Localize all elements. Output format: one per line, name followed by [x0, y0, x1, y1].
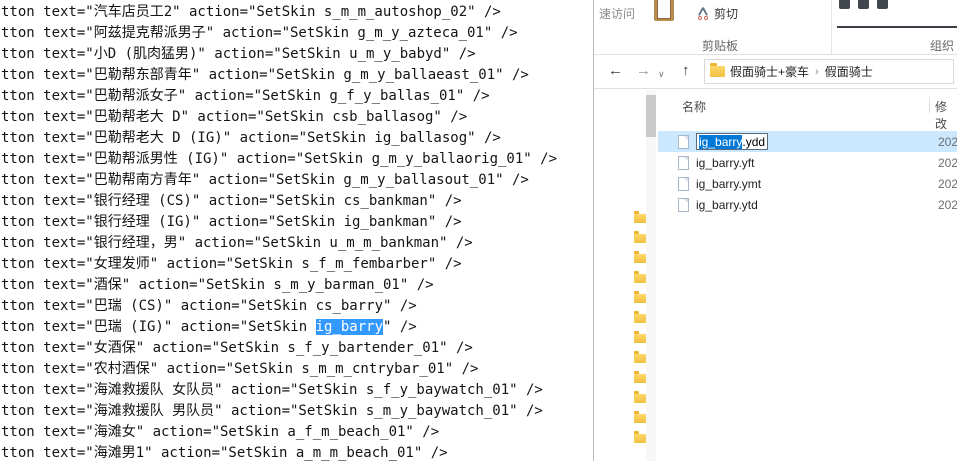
code-line[interactable]: tton text="小D (肌肉猛男)" action="SetSkin u_… [1, 44, 593, 65]
back-icon[interactable]: ← [608, 63, 623, 78]
folder-icon[interactable] [634, 431, 646, 443]
organize-partial-line [837, 26, 957, 28]
file-row[interactable]: ig_barry.yft 202 [658, 152, 957, 173]
column-header-modified[interactable]: 修改 [935, 98, 957, 132]
code-line[interactable]: tton text="巴勒帮派男性 (IG)" action="SetSkin … [1, 149, 593, 170]
organize-group-label: 组织 [930, 39, 955, 53]
folder-icon[interactable] [634, 371, 646, 383]
code-line[interactable]: tton text="银行经理 (CS)" action="SetSkin cs… [1, 191, 593, 212]
folder-icon[interactable] [634, 391, 646, 403]
rename-input[interactable]: ig_barry .ydd [696, 133, 769, 150]
code-line[interactable]: tton text="女酒保" action="SetSkin s_f_y_ba… [1, 338, 593, 359]
file-modified-date: 202 [938, 155, 957, 170]
breadcrumb-segment[interactable]: 假面骑士 [825, 63, 873, 80]
code-line[interactable]: tton text="巴勒帮老大 D" action="SetSkin csb_… [1, 107, 593, 128]
text-editor[interactable]: tton text="汽车店员工2" action="SetSkin s_m_m… [0, 0, 593, 461]
file-name: ig_barry.ytd [696, 197, 758, 212]
code-line[interactable]: tton text="巴瑞 (CS)" action="SetSkin cs_b… [1, 296, 593, 317]
cut-label: 剪切 [714, 7, 739, 21]
folder-icon[interactable] [634, 271, 646, 283]
navigation-pane [594, 90, 658, 461]
paste-button[interactable] [654, 0, 674, 21]
code-line[interactable]: tton text="海滩男1" action="SetSkin a_m_m_b… [1, 443, 593, 461]
file-row[interactable]: ig_barry.ytd 202 [658, 194, 957, 215]
code-line[interactable]: tton text="农村酒保" action="SetSkin s_m_m_c… [1, 359, 593, 380]
recent-locations-dropdown-icon[interactable]: ∨ [658, 67, 665, 82]
code-line[interactable]: tton text="巴瑞 (IG)" action="SetSkin ig_b… [1, 317, 593, 338]
up-icon[interactable]: ↑ [682, 63, 690, 78]
file-icon [678, 155, 689, 170]
file-row[interactable]: ig_barry.ymt 202 [658, 173, 957, 194]
column-header-name[interactable]: 名称 [682, 98, 706, 115]
folder-icon[interactable] [634, 311, 646, 323]
clipboard-group-label: 剪贴板 [701, 39, 738, 53]
column-divider[interactable] [929, 97, 930, 113]
rename-selected-text: ig_barry [699, 134, 743, 149]
editor-selected-text: ig_barry [315, 319, 384, 335]
file-name: ig_barry.ymt [696, 176, 762, 191]
organize-partial-icons [839, 0, 888, 9]
breadcrumb-segment[interactable]: 假面骑士+豪车 [730, 63, 809, 80]
code-line[interactable]: tton text="海滩救援队 女队员" action="SetSkin s_… [1, 380, 593, 401]
code-line[interactable]: tton text="海滩女" action="SetSkin a_f_m_be… [1, 422, 593, 443]
address-bar[interactable]: 假面骑士+豪车 › 假面骑士 [704, 59, 954, 84]
code-line[interactable]: tton text="巴勒帮南方青年" action="SetSkin g_m_… [1, 170, 593, 191]
pin-to-quick-access-button[interactable]: 速访问 [599, 5, 635, 22]
folder-icon[interactable] [634, 351, 646, 363]
file-list-header: 名称 修改 [658, 90, 957, 131]
code-line[interactable]: tton text="巴勒帮老大 D (IG)" action="SetSkin… [1, 128, 593, 149]
code-line[interactable]: tton text="酒保" action="SetSkin s_m_y_bar… [1, 275, 593, 296]
cut-button[interactable]: 剪切 [696, 5, 738, 22]
scrollbar-thumb[interactable] [646, 95, 656, 137]
file-rows: ig_barry .ydd 202 ig_barry.yft 202 ig_barry.y… [658, 131, 957, 215]
folder-icon[interactable] [634, 291, 646, 303]
code-line[interactable]: tton text="海滩救援队 男队员" action="SetSkin s_… [1, 401, 593, 422]
file-icon [678, 197, 689, 212]
code-line[interactable]: tton text="巴勒帮东部青年" action="SetSkin g_m_… [1, 65, 593, 86]
code-line[interactable]: tton text="女理发师" action="SetSkin s_f_m_f… [1, 254, 593, 275]
code-line[interactable]: tton text="汽车店员工2" action="SetSkin s_m_m… [1, 2, 593, 23]
forward-icon[interactable]: → [636, 63, 651, 78]
code-line[interactable]: tton text="银行经理，男" action="SetSkin u_m_m… [1, 233, 593, 254]
explorer-navbar: ← → ∨ ↑ 假面骑士+豪车 › 假面骑士 [594, 55, 957, 89]
code-line[interactable]: tton text="阿兹提克帮派男子" action="SetSkin g_m… [1, 23, 593, 44]
explorer-content: 名称 修改 ig_barry .ydd 202 ig_barry.yft 202 ig_b… [594, 90, 957, 461]
folder-icon[interactable] [634, 331, 646, 343]
folder-icon [710, 63, 725, 77]
folder-icon[interactable] [634, 411, 646, 423]
folder-icon[interactable] [634, 211, 646, 223]
folder-icon[interactable] [634, 231, 646, 243]
nav-pane-scrollbar[interactable] [646, 90, 656, 461]
breadcrumb-segments: 假面骑士+豪车 › 假面骑士 [730, 63, 873, 80]
file-row[interactable]: ig_barry .ydd 202 [658, 131, 957, 152]
pin-to-quick-access-label: 速访问 [599, 7, 636, 21]
screen: tton text="汽车店员工2" action="SetSkin s_m_m… [0, 0, 957, 461]
file-list: 名称 修改 ig_barry .ydd 202 ig_barry.yft 202 ig_b… [658, 90, 957, 461]
editor-lines: tton text="汽车店员工2" action="SetSkin s_m_m… [1, 2, 593, 461]
scissors-icon [696, 7, 710, 20]
rename-extension-text: .ydd [742, 134, 766, 149]
ribbon-group-separator [831, 0, 832, 54]
code-line[interactable]: tton text="巴勒帮派女子" action="SetSkin g_f_y… [1, 86, 593, 107]
file-modified-date: 202 [938, 197, 957, 212]
folder-icon[interactable] [634, 251, 646, 263]
file-modified-date: 202 [938, 176, 957, 191]
file-name: ig_barry.yft [696, 155, 755, 170]
explorer-ribbon: 速访问 剪切 剪贴板 组织 [594, 0, 957, 55]
file-icon [678, 134, 689, 149]
file-explorer-window: 速访问 剪切 剪贴板 组织 ← → ∨ ↑ 假面骑士+豪车 › 假面骑士 名称 … [593, 0, 957, 461]
file-icon [678, 176, 689, 191]
file-modified-date: 202 [938, 134, 957, 149]
clipboard-paste-icon [654, 0, 674, 21]
nav-pane-folders [634, 211, 646, 443]
breadcrumb-separator-icon: › [815, 65, 819, 78]
code-line[interactable]: tton text="银行经理 (IG)" action="SetSkin ig… [1, 212, 593, 233]
